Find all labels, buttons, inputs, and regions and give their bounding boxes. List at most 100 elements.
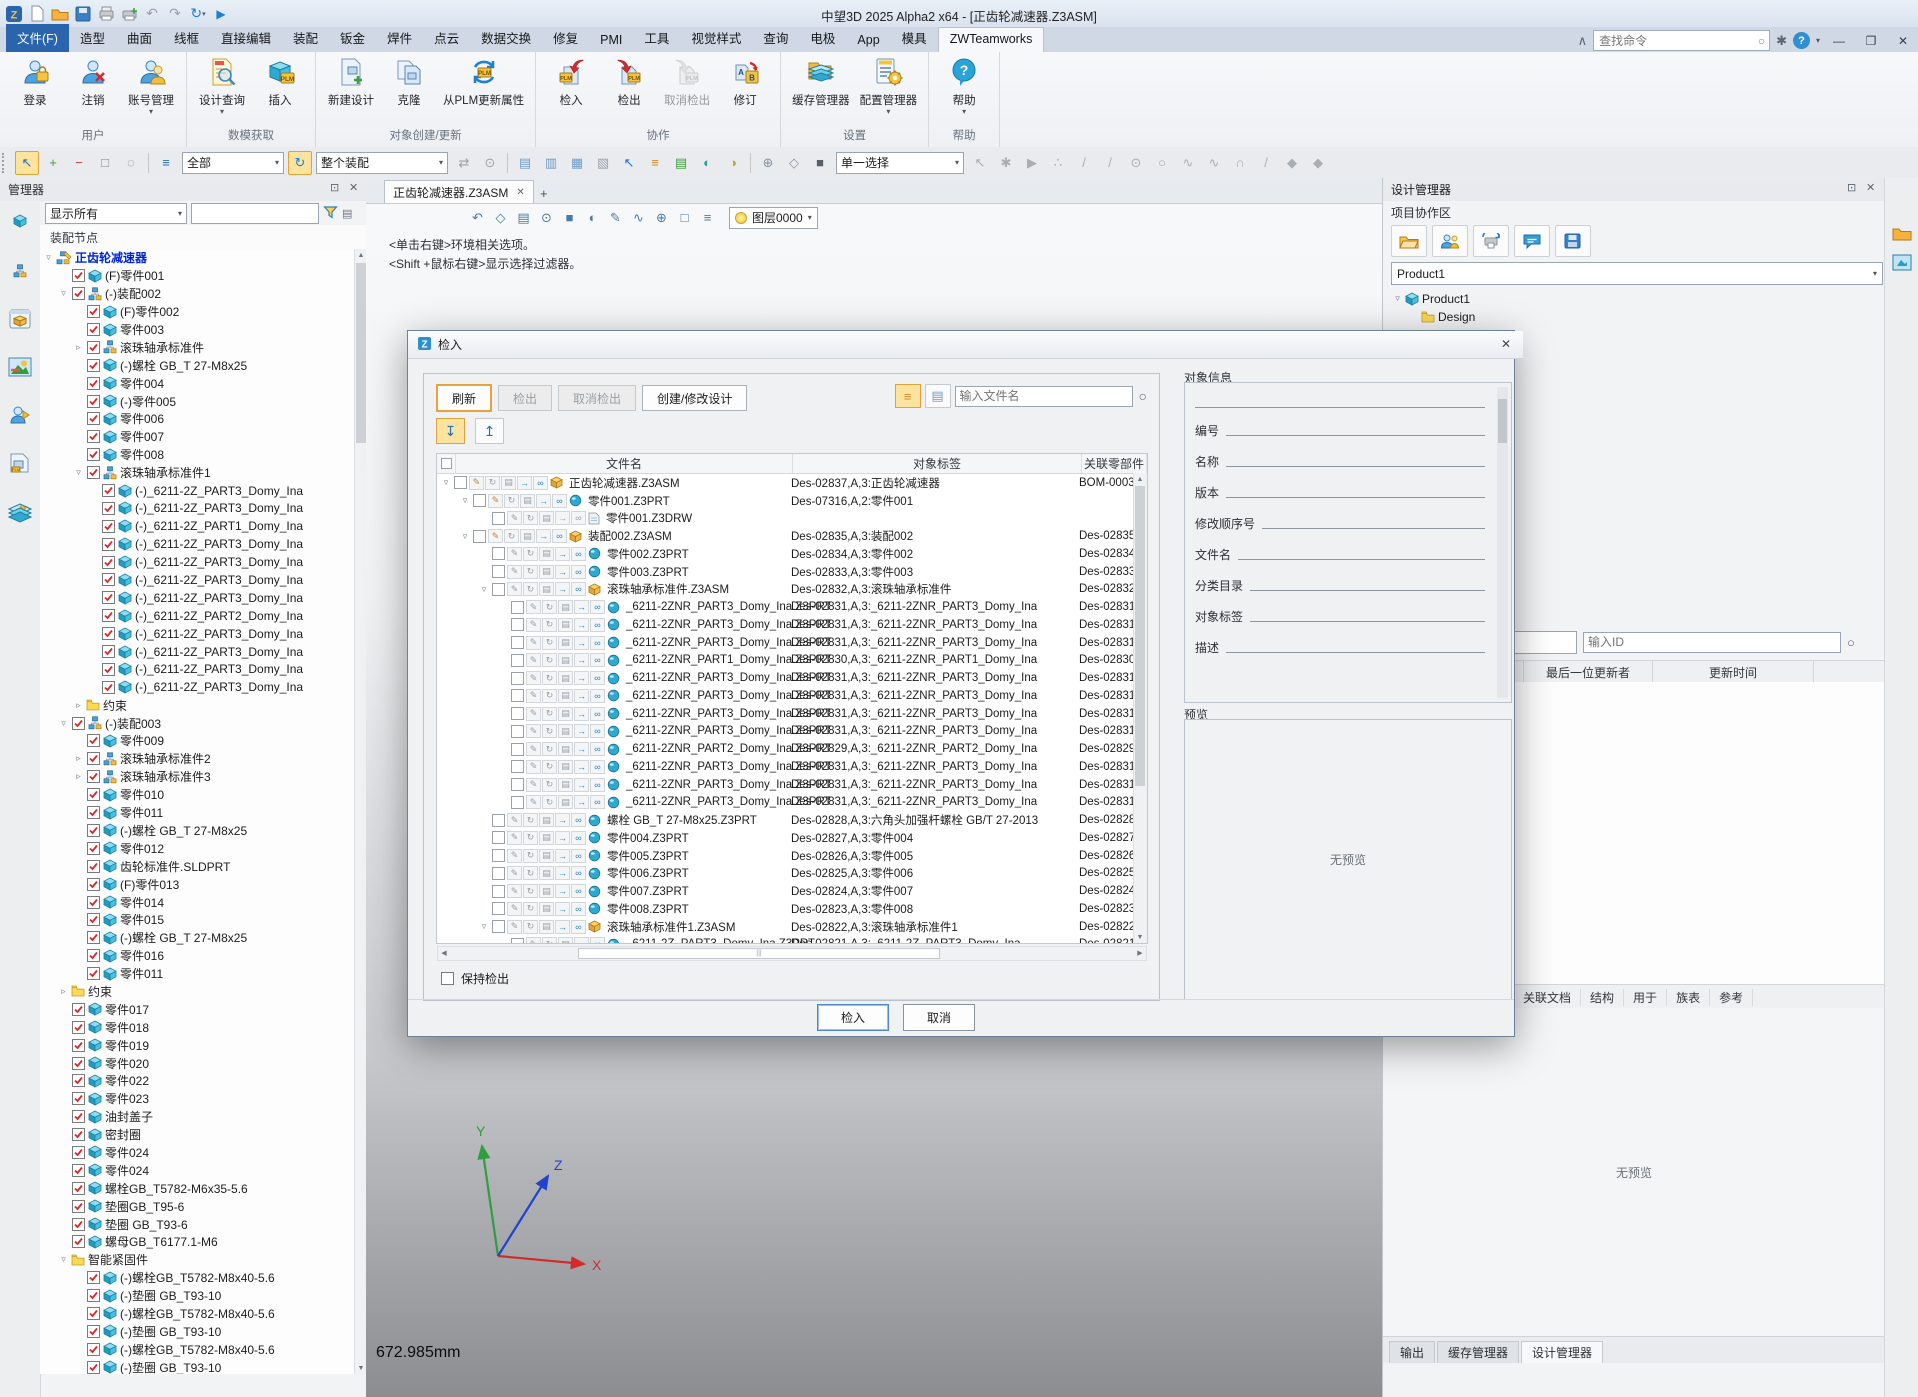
app-logo[interactable]: Z — [4, 4, 24, 24]
solid1-icon[interactable]: ◆ — [1280, 151, 1304, 175]
row-checkbox[interactable] — [511, 743, 524, 756]
item-checkbox[interactable] — [87, 1271, 100, 1284]
tree-item-(-)_6211-2Z_PART1_Domy_Ina[interactable]: (-)_6211-2Z_PART1_Domy_Ina — [40, 517, 354, 535]
product-combo[interactable]: Product1 ▾ — [1391, 262, 1883, 285]
row-checkbox[interactable] — [473, 530, 486, 543]
expander-closed-icon[interactable]: ▹ — [72, 753, 85, 764]
ribbon-button-检入[interactable]: PLM检入 — [544, 56, 598, 109]
filter-list-icon[interactable]: ≡ — [154, 151, 178, 175]
row-checkbox[interactable] — [511, 689, 524, 702]
menu-tab-工具[interactable]: 工具 — [633, 24, 680, 52]
menu-tab-曲面[interactable]: 曲面 — [116, 24, 163, 52]
item-checkbox[interactable] — [87, 967, 100, 980]
item-checkbox[interactable] — [87, 878, 100, 891]
menu-tab-点云[interactable]: 点云 — [423, 24, 470, 52]
file-row-零件005.Z3PRT[interactable]: ✎↻▤→∞零件005.Z3PRTDes-02826,A,3:零件005Des-0… — [437, 847, 1147, 865]
item-checkbox[interactable] — [102, 609, 115, 622]
file-row-零件001.Z3PRT[interactable]: ▿✎↻▤→∞零件001.Z3PRTDes-07316,A,2:零件001 — [437, 492, 1147, 510]
file-table[interactable]: 文件名对象标签关联零部件 ▿✎↻▤→∞正齿轮减速器.Z3ASMDes-02837… — [436, 453, 1148, 944]
render-icon[interactable]: ◐ — [695, 151, 719, 175]
file-row-滚珠轴承标准件1.Z3ASM[interactable]: ▿✎↻▤→∞滚珠轴承标准件1.Z3ASMDes-02822,A,3:滚珠轴承标准… — [437, 918, 1147, 936]
file-row-_6211-2ZNR_PART3_Domy_Ina.Z3PRT[interactable]: ✎↻▤→∞_6211-2ZNR_PART3_Domy_Ina.Z3PRTDes-… — [437, 598, 1147, 616]
ribbon-button-修订[interactable]: BA修订 — [718, 56, 772, 109]
detail-tab-参考[interactable]: 参考 — [1710, 989, 1753, 1006]
field-input-line[interactable] — [1250, 620, 1485, 622]
pick-arrow-icon[interactable]: ↖ — [617, 151, 641, 175]
file-row-_6211-2ZNR_PART3_Domy_Ina.Z3PRT[interactable]: ✎↻▤→∞_6211-2ZNR_PART3_Domy_Ina.Z3PRTDes-… — [437, 776, 1147, 794]
expander-open-icon[interactable]: ▿ — [42, 252, 55, 263]
play-icon[interactable]: ▶ — [211, 4, 231, 24]
tree-item-(-)_6211-2Z_PART3_Domy_Ina[interactable]: (-)_6211-2Z_PART3_Domy_Ina — [40, 625, 354, 643]
create-modify-button[interactable]: 创建/修改设计 — [642, 385, 747, 411]
tree-view-icon[interactable]: ≡ — [895, 384, 921, 408]
ribbon-button-账号管理[interactable]: 账号管理▾ — [124, 56, 178, 117]
tree-item-(-)_6211-2Z_PART2_Domy_Ina[interactable]: (-)_6211-2Z_PART2_Domy_Ina — [40, 607, 354, 625]
refresh-button[interactable]: 刷新 — [436, 384, 492, 412]
layers-icon[interactable] — [6, 499, 34, 527]
expander-closed-icon[interactable]: ▹ — [72, 342, 85, 353]
item-checkbox[interactable] — [102, 591, 115, 604]
collapse-all-icon[interactable]: ▧ — [591, 151, 615, 175]
tree-item-零件020[interactable]: 零件020 — [40, 1054, 354, 1072]
collapse-tree-icon[interactable]: ▥ — [539, 151, 563, 175]
segment-icon[interactable]: / — [1254, 151, 1278, 175]
tree-item-零件008[interactable]: 零件008 — [40, 446, 354, 464]
item-checkbox[interactable] — [87, 377, 100, 390]
menu-tab-PMI[interactable]: PMI — [589, 29, 633, 52]
row-checkbox[interactable] — [511, 618, 524, 631]
file-row-_6211-2ZNR_PART3_Domy_Ina.Z3PRT[interactable]: ✎↻▤→∞_6211-2ZNR_PART3_Domy_Ina.Z3PRTDes-… — [437, 705, 1147, 723]
row-checkbox[interactable] — [511, 938, 524, 944]
ribbon-button-从PLM更新属性[interactable]: PLM从PLM更新属性 — [440, 56, 527, 109]
item-checkbox[interactable] — [87, 913, 100, 926]
table-hscrollbar[interactable]: ◀ ▶ ||| — [437, 946, 1147, 961]
arc-icon[interactable]: ∩ — [1228, 151, 1252, 175]
row-checkbox[interactable] — [511, 672, 524, 685]
iso-view-icon[interactable]: ◇ — [782, 151, 806, 175]
expander-open-icon[interactable]: ▿ — [459, 495, 471, 506]
tree-item-(-)_6211-2Z_PART3_Domy_Ina[interactable]: (-)_6211-2Z_PART3_Domy_Ina — [40, 553, 354, 571]
row-checkbox[interactable] — [492, 583, 505, 596]
expander-open-icon[interactable]: ▿ — [478, 921, 490, 932]
tree-item-零件010[interactable]: 零件010 — [40, 786, 354, 804]
item-checkbox[interactable] — [72, 269, 85, 282]
menu-tab-电极[interactable]: 电极 — [799, 24, 846, 52]
file-row-_6211-2Z_PART3_Domy_Ina.Z3PRT[interactable]: ✎↻▤→∞_6211-2Z_PART3_Domy_Ina.Z3PRTDes-02… — [437, 936, 1147, 945]
field-input-line[interactable] — [1250, 589, 1485, 591]
file-row-_6211-2ZNR_PART3_Domy_Ina.Z3PRT[interactable]: ✎↻▤→∞_6211-2ZNR_PART3_Domy_Ina.Z3PRTDes-… — [437, 669, 1147, 687]
menu-tab-修复[interactable]: 修复 — [542, 24, 589, 52]
ribbon-button-注销[interactable]: 注销 — [66, 56, 120, 109]
tree-item-零件009[interactable]: 零件009 — [40, 732, 354, 750]
plm-doc-icon[interactable]: PLM — [6, 449, 34, 477]
keep-checkout-option[interactable]: 保持检出 — [439, 970, 509, 987]
expander-open-icon[interactable]: ▿ — [1391, 293, 1404, 304]
filename-search-input[interactable] — [955, 386, 1133, 407]
wire-icon[interactable]: ▤ — [512, 207, 535, 229]
row-checkbox[interactable] — [492, 512, 505, 525]
item-checkbox[interactable] — [72, 1218, 85, 1231]
item-checkbox[interactable] — [102, 556, 115, 569]
item-checkbox[interactable] — [72, 1200, 85, 1213]
project-tree-item-Design[interactable]: Design — [1387, 308, 1881, 326]
file-row-零件001.Z3DRW[interactable]: ✎↻▤→∞零件001.Z3DRW — [437, 510, 1147, 528]
file-row-螺栓 GB_T 27-M8x25.Z3PRT[interactable]: ✎↻▤→∞螺栓 GB_T 27-M8x25.Z3PRTDes-02828,A,3… — [437, 811, 1147, 829]
header-select-checkbox[interactable] — [437, 454, 456, 473]
tree-item-(-)_6211-2Z_PART3_Domy_Ina[interactable]: (-)_6211-2Z_PART3_Domy_Ina — [40, 589, 354, 607]
print-icon[interactable] — [96, 4, 116, 24]
item-checkbox[interactable] — [72, 1021, 85, 1034]
half-shade-icon[interactable]: ◐ — [581, 207, 604, 229]
tree-item-智能紧固件[interactable]: ▿智能紧固件 — [40, 1251, 354, 1269]
file-row-装配002.Z3ASM[interactable]: ▿✎↻▤→∞装配002.Z3ASMDes-02835,A,3:装配002Des-… — [437, 527, 1147, 545]
row-checkbox[interactable] — [511, 725, 524, 738]
menu-tab-线框[interactable]: 线框 — [163, 24, 210, 52]
expander-open-icon[interactable]: ▿ — [57, 1254, 70, 1265]
row-checkbox[interactable] — [511, 778, 524, 791]
file-row-_6211-2ZNR_PART2_Domy_Ina.Z3PRT[interactable]: ✎↻▤→∞_6211-2ZNR_PART2_Domy_Ina.Z3PRTDes-… — [437, 740, 1147, 758]
sheet-icon[interactable]: ▤ — [669, 151, 693, 175]
redo-icon[interactable]: ↷ — [165, 4, 185, 24]
collapsed-panel-view-icon[interactable] — [1888, 248, 1916, 276]
search-icon[interactable]: ○ — [1758, 34, 1765, 48]
detail-tab-用于[interactable]: 用于 — [1624, 989, 1667, 1006]
expander-open-icon[interactable]: ▿ — [440, 477, 452, 488]
item-checkbox[interactable] — [87, 1325, 100, 1338]
project-tree-item-Product1[interactable]: ▿Product1 — [1387, 290, 1881, 308]
